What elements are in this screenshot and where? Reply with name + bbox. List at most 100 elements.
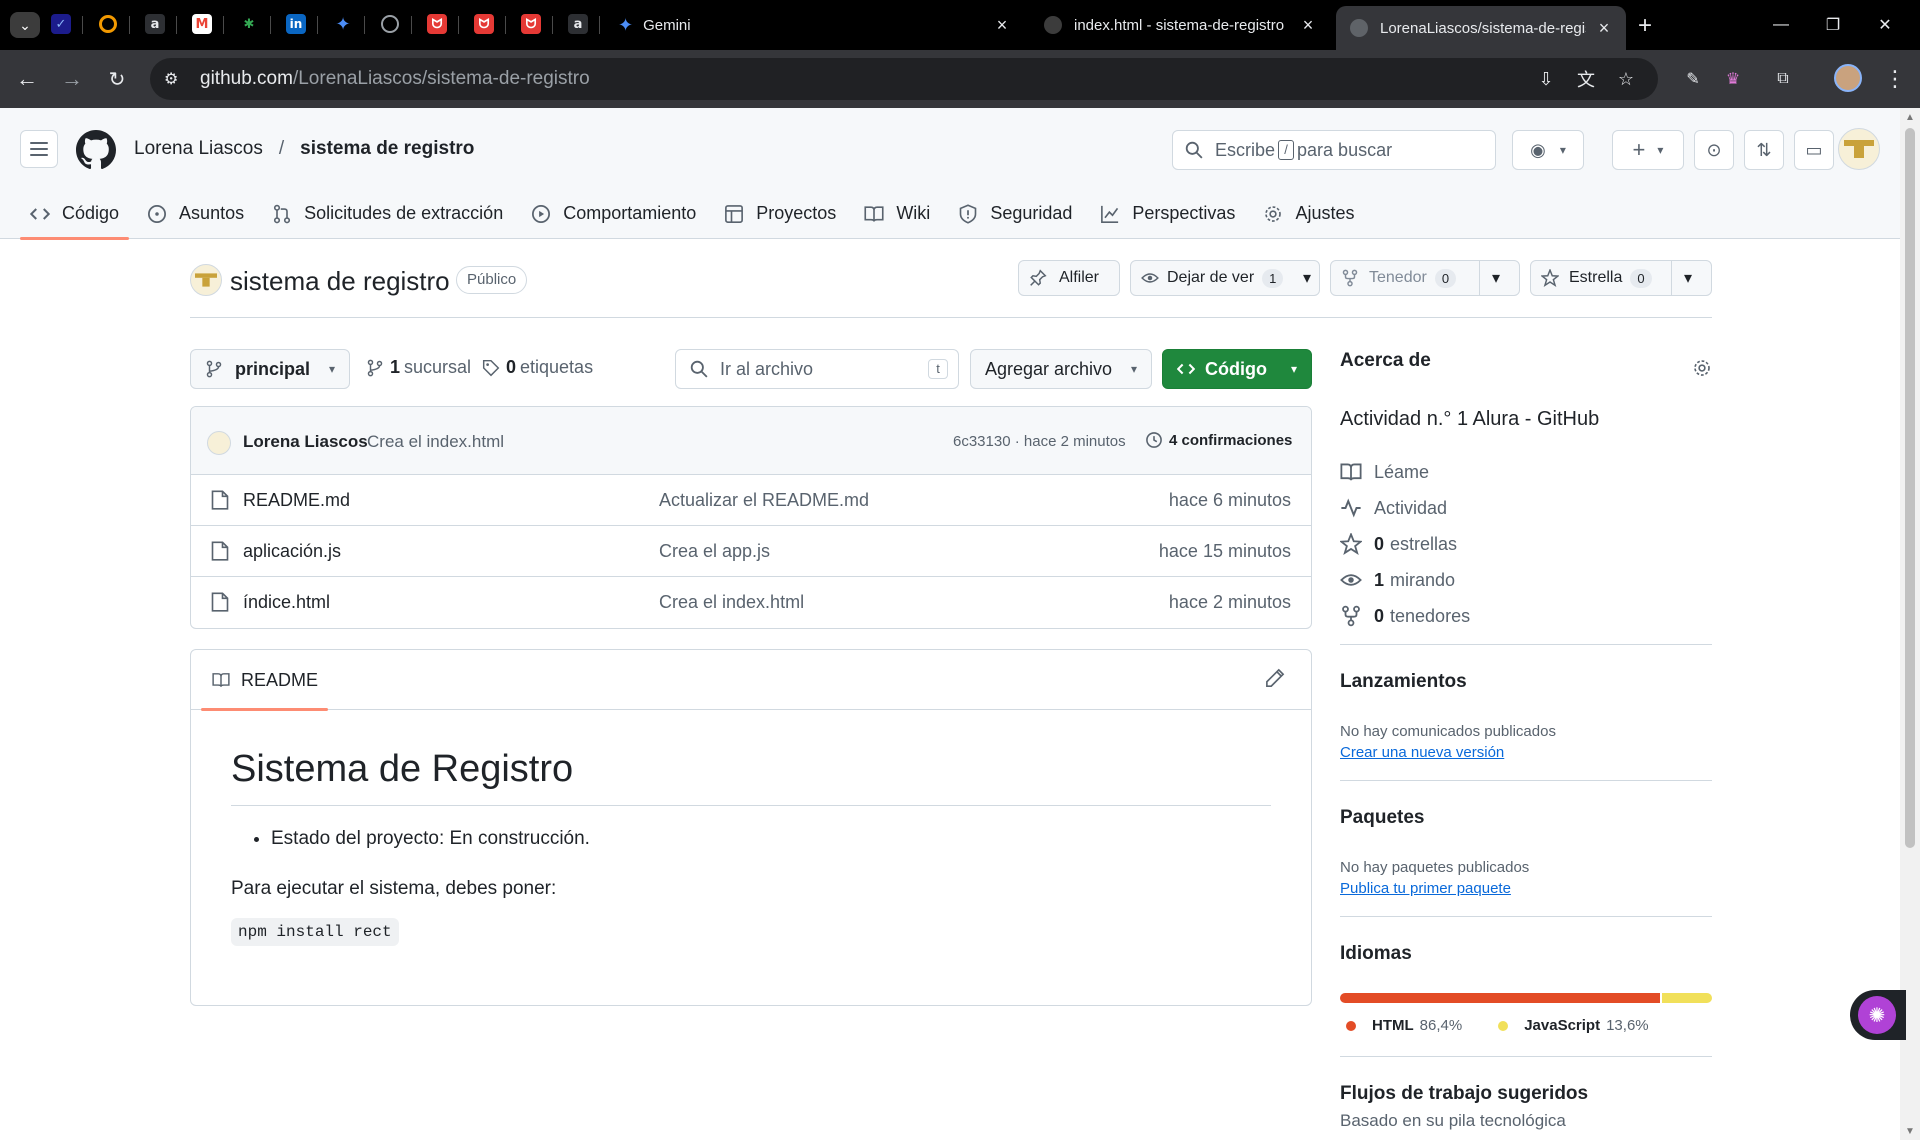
pin-button[interactable]: Alfiler: [1018, 260, 1120, 296]
file-name[interactable]: índice.html: [243, 592, 330, 613]
go-to-file-input[interactable]: Ir al archivo t: [675, 349, 959, 389]
file-row[interactable]: README.md Actualizar el README.md hace 6…: [191, 475, 1311, 526]
chevron-down-icon[interactable]: ▾: [1295, 261, 1319, 295]
tab-insights[interactable]: Perspectivas: [1090, 188, 1245, 239]
repo-owner-avatar[interactable]: [190, 264, 222, 296]
minimize-icon[interactable]: —: [1758, 12, 1804, 38]
restore-icon[interactable]: ❐: [1810, 12, 1856, 38]
file-name[interactable]: README.md: [243, 490, 350, 511]
commit-author-avatar[interactable]: [207, 431, 231, 455]
tab-pull-requests[interactable]: Solicitudes de extracción: [262, 188, 513, 239]
watchers-link[interactable]: 1 mirando: [1340, 562, 1470, 598]
pinned-tab-3[interactable]: a: [141, 10, 169, 38]
create-new-button[interactable]: + ▾: [1612, 130, 1684, 170]
hamburger-menu-button[interactable]: [20, 130, 58, 168]
pinned-tab-2[interactable]: [94, 10, 122, 38]
tab-security[interactable]: Seguridad: [948, 188, 1082, 239]
profile-avatar[interactable]: [1834, 64, 1862, 92]
pinned-tab-1[interactable]: ✓: [47, 10, 75, 38]
tab-issues[interactable]: Asuntos: [137, 188, 254, 239]
pinned-tab-6[interactable]: in: [282, 10, 310, 38]
pinned-tab-5[interactable]: ✱: [235, 10, 263, 38]
breadcrumb-repo[interactable]: sistema de registro: [300, 138, 474, 160]
commit-hash-time[interactable]: 6c33130 · hace 2 minutos: [953, 433, 1126, 450]
address-bar[interactable]: ⚙ github.com/LorenaLiascos/sistema-de-re…: [150, 58, 1658, 100]
github-logo-icon[interactable]: [76, 130, 116, 170]
fork-button[interactable]: Tenedor 0: [1331, 261, 1479, 295]
pull-requests-button[interactable]: ⇅: [1744, 130, 1784, 170]
pinned-tab-9[interactable]: ᗢ: [423, 10, 451, 38]
back-icon[interactable]: ←: [12, 64, 42, 94]
pinned-tab-4[interactable]: M: [188, 10, 216, 38]
file-commit-message[interactable]: Crea el index.html: [659, 592, 804, 613]
close-icon[interactable]: ×: [994, 15, 1010, 36]
pinned-tab-12[interactable]: a: [564, 10, 592, 38]
url-text[interactable]: github.com/LorenaLiascos/sistema-de-regi…: [200, 68, 590, 90]
forks-link[interactable]: 0 tenedores: [1340, 598, 1470, 634]
site-settings-icon[interactable]: ⚙: [164, 69, 188, 89]
pen-extension-icon[interactable]: ✎: [1678, 64, 1708, 94]
close-icon[interactable]: ×: [1300, 15, 1316, 36]
page-scrollbar[interactable]: ▲ ▼: [1900, 108, 1920, 1140]
crown-extension-icon[interactable]: ♛: [1718, 64, 1748, 94]
translate-icon[interactable]: 文: [1574, 67, 1598, 91]
activity-link[interactable]: Actividad: [1340, 490, 1470, 526]
code-dropdown-button[interactable]: Código ▾: [1162, 349, 1312, 389]
reload-icon[interactable]: ↻: [102, 64, 132, 94]
forward-icon[interactable]: →: [57, 64, 87, 94]
add-file-button[interactable]: Agregar archivo ▾: [970, 349, 1152, 389]
tab-projects[interactable]: Proyectos: [714, 188, 846, 239]
tags-link[interactable]: 0 etiquetas: [482, 357, 593, 378]
breadcrumb-owner[interactable]: Lorena Liascos: [134, 138, 263, 160]
gear-icon[interactable]: [1692, 358, 1712, 378]
user-avatar[interactable]: [1838, 128, 1880, 170]
issues-button[interactable]: ⊙: [1694, 130, 1734, 170]
stars-link[interactable]: 0 estrellas: [1340, 526, 1470, 562]
packages-title[interactable]: Paquetes: [1340, 807, 1712, 829]
extensions-puzzle-icon[interactable]: ⧉: [1768, 64, 1798, 94]
floating-assistant-button[interactable]: ✺: [1850, 990, 1906, 1040]
install-app-icon[interactable]: ⇩: [1534, 67, 1558, 91]
file-commit-message[interactable]: Actualizar el README.md: [659, 490, 869, 511]
file-name[interactable]: aplicación.js: [243, 541, 341, 562]
file-row[interactable]: aplicación.js Crea el app.js hace 15 min…: [191, 526, 1311, 577]
chevron-down-icon[interactable]: ▾: [1672, 261, 1704, 295]
pinned-tab-7[interactable]: ✦: [329, 10, 357, 38]
scroll-down-icon[interactable]: ▼: [1905, 1126, 1915, 1137]
file-row[interactable]: índice.html Crea el index.html hace 2 mi…: [191, 577, 1311, 628]
watch-button[interactable]: Dejar de ver 1 ▾: [1130, 260, 1320, 296]
tab-code[interactable]: Código: [20, 188, 130, 240]
commits-history-link[interactable]: 4 confirmaciones: [1145, 431, 1292, 449]
menu-dots-icon[interactable]: ⋮: [1880, 64, 1910, 94]
file-commit-message[interactable]: Crea el app.js: [659, 541, 770, 562]
tab-settings[interactable]: Ajustes: [1253, 188, 1364, 239]
browser-tab-index[interactable]: index.html - sistema-de-registro ×: [1030, 6, 1330, 44]
star-button[interactable]: Estrella 0: [1531, 261, 1671, 295]
language-html[interactable]: HTML 86,4%: [1340, 1017, 1462, 1034]
readme-tab[interactable]: README: [201, 650, 329, 711]
inbox-button[interactable]: ▭: [1794, 130, 1834, 170]
pinned-tab-10[interactable]: ᗢ: [470, 10, 498, 38]
close-icon[interactable]: ×: [1596, 18, 1612, 39]
commit-message[interactable]: Crea el index.html: [367, 432, 504, 452]
browser-tab-gemini[interactable]: ✦ Gemini ×: [604, 6, 1024, 44]
tab-search-button[interactable]: ⌄: [10, 12, 40, 38]
tab-actions[interactable]: Comportamiento: [521, 188, 706, 239]
browser-tab-active[interactable]: LorenaLiascos/sistema-de-registro ×: [1336, 6, 1626, 50]
create-release-link[interactable]: Crear una nueva versión: [1340, 744, 1712, 761]
new-tab-button[interactable]: +: [1638, 12, 1652, 40]
branch-selector[interactable]: principal ▾: [190, 349, 350, 389]
releases-title[interactable]: Lanzamientos: [1340, 671, 1712, 693]
readme-link[interactable]: Léame: [1340, 454, 1470, 490]
global-search-input[interactable]: Escribe / para buscar: [1172, 130, 1496, 170]
pinned-tab-11[interactable]: ᗢ: [517, 10, 545, 38]
close-window-icon[interactable]: ✕: [1862, 12, 1908, 38]
chevron-down-icon[interactable]: ▾: [1480, 261, 1513, 295]
language-javascript[interactable]: JavaScript 13,6%: [1492, 1017, 1649, 1034]
repo-title[interactable]: sistema de registro: [230, 266, 450, 297]
pencil-icon[interactable]: [1265, 668, 1285, 688]
bookmark-star-icon[interactable]: ☆: [1614, 67, 1638, 91]
publish-package-link[interactable]: Publica tu primer paquete: [1340, 880, 1712, 897]
scroll-up-icon[interactable]: ▲: [1905, 112, 1915, 123]
scrollbar-thumb[interactable]: [1905, 128, 1915, 848]
